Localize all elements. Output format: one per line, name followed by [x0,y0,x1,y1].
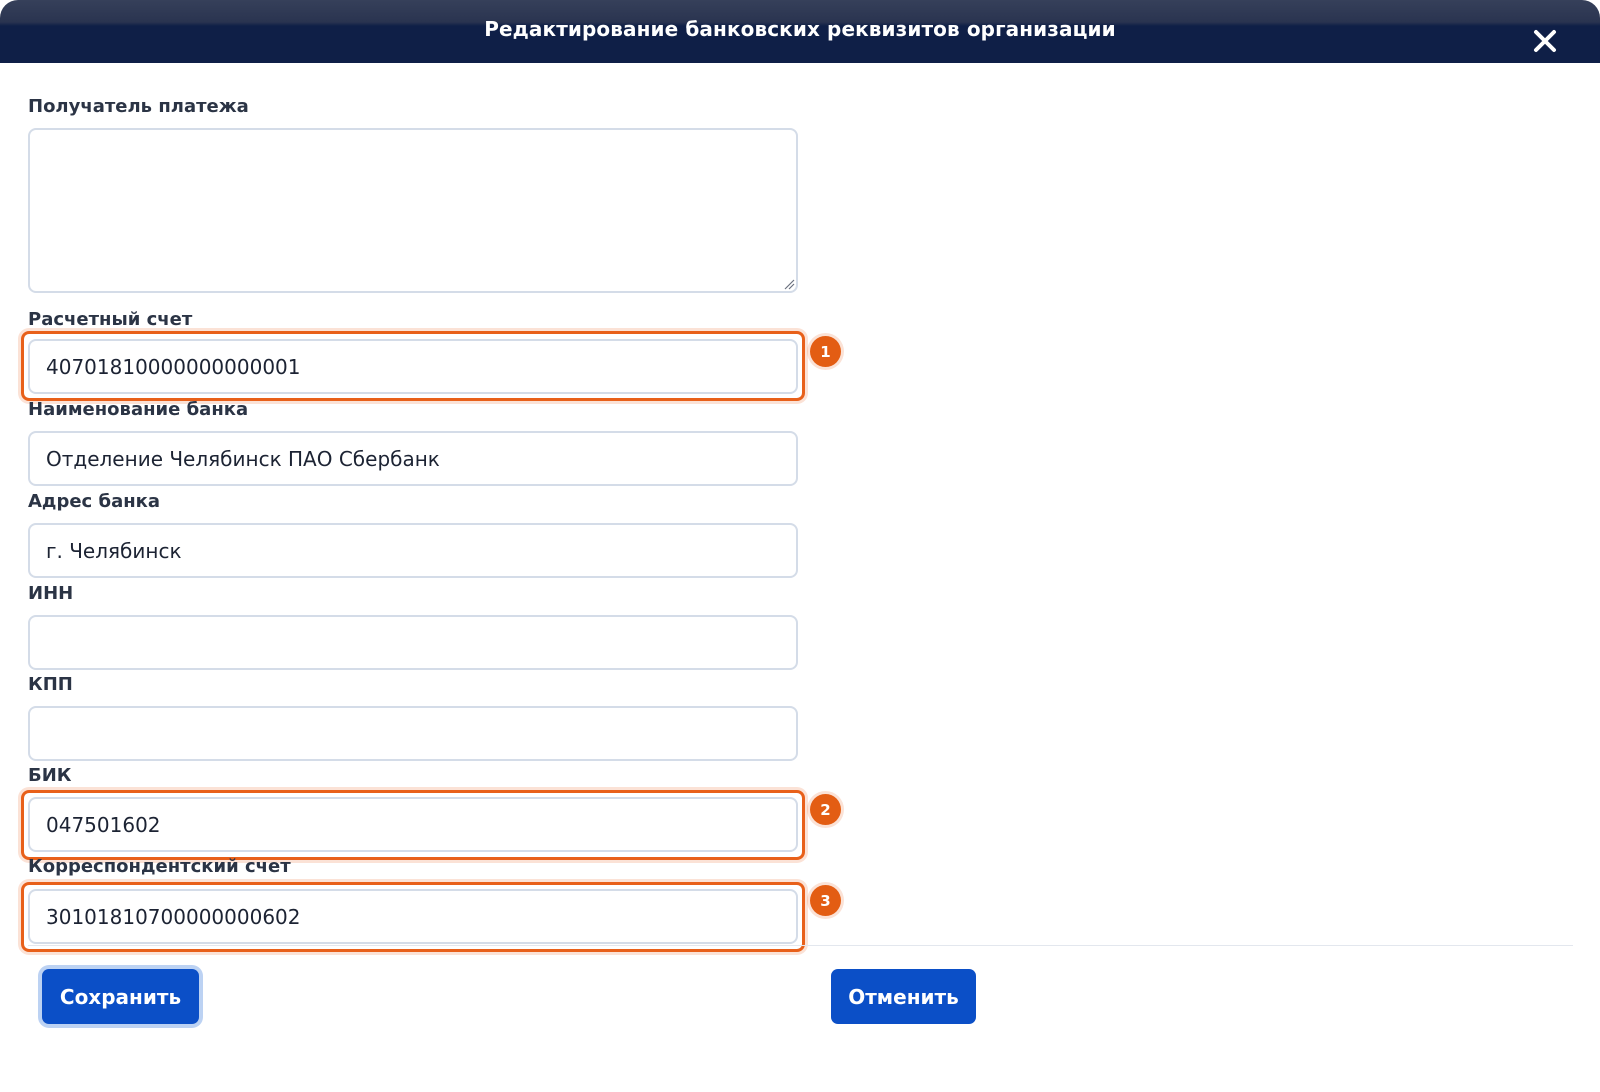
annotation-badge-2: 2 [810,794,841,825]
bank-details-dialog: Редактирование банковских реквизитов орг… [0,0,1600,1092]
bank-name-label: Наименование банка [28,399,249,420]
bik-input[interactable] [28,797,798,852]
recipient-textarea[interactable] [28,128,798,293]
bank-address-input[interactable] [28,523,798,578]
resize-grip-icon[interactable] [783,278,795,290]
kpp-label: КПП [28,674,73,695]
bank-address-label: Адрес банка [28,491,161,512]
cancel-button[interactable]: Отменить [831,969,976,1024]
corr-account-label: Корреспондентский счет [28,856,291,877]
annotation-badge-3: 3 [810,885,841,916]
save-button[interactable]: Сохранить [42,969,199,1024]
account-label: Расчетный счет [28,309,193,330]
footer-divider [28,945,1573,946]
inn-input[interactable] [28,615,798,670]
annotation-badge-1: 1 [810,336,841,367]
close-icon [1534,30,1556,52]
corr-account-input[interactable] [28,889,798,944]
bank-name-input[interactable] [28,431,798,486]
dialog-header: Редактирование банковских реквизитов орг… [0,0,1600,63]
account-input[interactable] [28,339,798,394]
close-button[interactable] [1530,26,1560,56]
bik-label: БИК [28,765,72,786]
kpp-input[interactable] [28,706,798,761]
inn-label: ИНН [28,583,74,604]
recipient-label: Получатель платежа [28,96,249,117]
dialog-title: Редактирование банковских реквизитов орг… [484,17,1116,41]
